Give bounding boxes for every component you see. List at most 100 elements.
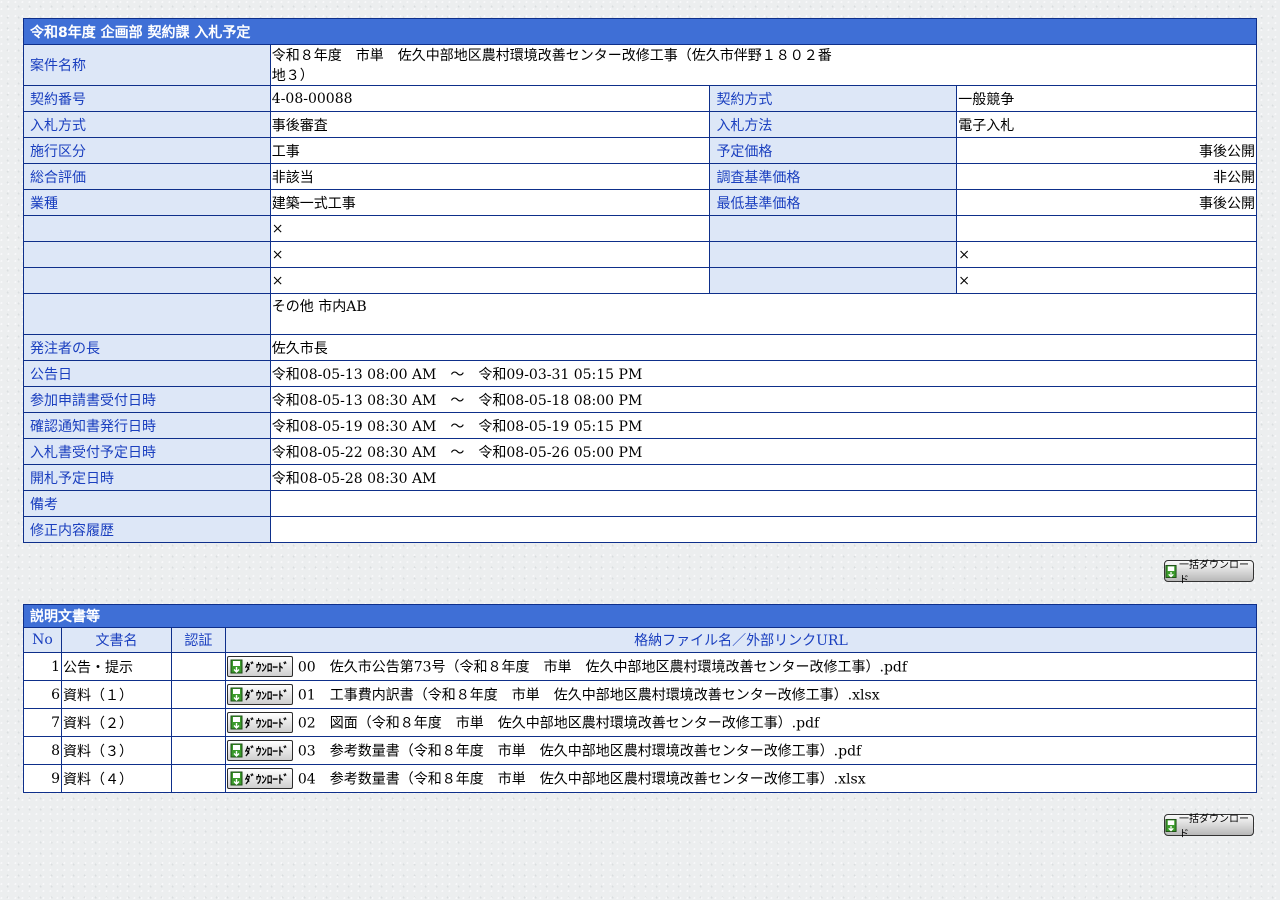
info-value: × xyxy=(269,215,711,242)
download-label: ﾀﾞｳﾝﾛｰﾄﾞ xyxy=(244,688,289,702)
doc-auth xyxy=(170,708,226,737)
info-value: 佐久市長 xyxy=(269,334,1258,361)
project-name-line1: 令和８年度 市単 佐久中部地区農村環境改善センター改修工事（佐久市伴野１８０２番 xyxy=(271,48,832,64)
file-name: 01 工事費内訳書（令和８年度 市単 佐久中部地区農村環境改善センター改修工事）… xyxy=(297,687,880,704)
info-label xyxy=(709,241,958,268)
table-row: 9 資料（４） ﾀﾞｳﾝﾛｰﾄﾞ 04 参考数量書（令和８年度 市単 佐久中部地… xyxy=(23,764,1258,793)
download-label: ﾀﾞｳﾝﾛｰﾄﾞ xyxy=(244,660,289,674)
doc-file-cell: ﾀﾞｳﾝﾛｰﾄﾞ 01 工事費内訳書（令和８年度 市単 佐久中部地区農村環境改善… xyxy=(224,680,1258,709)
download-button[interactable]: ﾀﾞｳﾝﾛｰﾄﾞ xyxy=(226,712,293,733)
bid-info-header: 令和8年度 企画部 契約課 入札予定 xyxy=(23,18,1257,45)
download-button[interactable]: ﾀﾞｳﾝﾛｰﾄﾞ xyxy=(226,768,293,789)
doc-name: 資料（２） xyxy=(60,708,172,737)
download-button[interactable]: ﾀﾞｳﾝﾛｰﾄﾞ xyxy=(226,740,293,761)
doc-no: 8 xyxy=(23,736,62,765)
info-value: × xyxy=(269,241,711,268)
doc-auth xyxy=(170,736,226,765)
doc-name: 公告・提示 xyxy=(60,652,172,681)
file-name: 00 佐久市公告第73号（令和８年度 市単 佐久中部地区農村環境改善センター改修… xyxy=(297,659,908,676)
column-header-auth: 認証 xyxy=(170,627,226,653)
info-value: 令和08-05-13 08:30 AM ～ 令和08-05-18 08:00 P… xyxy=(269,386,1258,413)
table-row: 7 資料（２） ﾀﾞｳﾝﾛｰﾄﾞ 02 図面（令和８年度 市単 佐久中部地区農村… xyxy=(23,708,1258,737)
table-row: 1 公告・提示 ﾀﾞｳﾝﾛｰﾄﾞ 00 佐久市公告第73号（令和８年度 市単 佐… xyxy=(23,652,1258,681)
project-name-label: 案件名称 xyxy=(23,44,271,86)
download-label: ﾀﾞｳﾝﾛｰﾄﾞ xyxy=(244,716,289,730)
doc-no: 6 xyxy=(23,680,62,709)
info-value: 電子入札 xyxy=(956,111,1257,138)
doc-file-cell: ﾀﾞｳﾝﾛｰﾄﾞ 04 参考数量書（令和８年度 市単 佐久中部地区農村環境改善セ… xyxy=(224,764,1258,793)
info-value: 非公開 xyxy=(956,163,1257,190)
documents-table: 説明文書等 No 文書名 認証 格納ファイル名／外部リンクURL 1 公告・提示… xyxy=(23,604,1258,793)
info-row: 契約番号 4-08-00088 契約方式 一般競争 xyxy=(23,85,1257,112)
info-value: × xyxy=(269,267,711,294)
info-label: 公告日 xyxy=(23,360,271,387)
info-row: 施行区分 工事 予定価格 事後公開 xyxy=(23,137,1257,164)
info-value xyxy=(956,215,1257,242)
download-icon xyxy=(230,771,243,786)
info-full-row: 入札書受付予定日時 令和08-05-22 08:30 AM ～ 令和08-05-… xyxy=(23,438,1258,465)
column-header-file: 格納ファイル名／外部リンクURL xyxy=(224,627,1258,653)
doc-no: 9 xyxy=(23,764,62,793)
bid-info-section: 令和8年度 企画部 契約課 入札予定 案件名称 令和８年度 市単 佐久中部地区農… xyxy=(23,18,1258,543)
download-icon xyxy=(230,687,243,702)
info-label: 業種 xyxy=(23,189,271,216)
doc-file-cell: ﾀﾞｳﾝﾛｰﾄﾞ 00 佐久市公告第73号（令和８年度 市単 佐久中部地区農村環… xyxy=(224,652,1258,681)
info-row: 業種 建築一式工事 最低基準価格 事後公開 xyxy=(23,189,1257,216)
bulk-download-button[interactable]: 一括ダウンロード xyxy=(1164,560,1254,586)
file-name: 02 図面（令和８年度 市単 佐久中部地区農村環境改善センター改修工事）.pdf xyxy=(297,715,820,732)
documents-header: 説明文書等 xyxy=(23,604,1257,628)
info-row: 総合評価 非該当 調査基準価格 非公開 xyxy=(23,163,1257,190)
download-label: ﾀﾞｳﾝﾛｰﾄﾞ xyxy=(244,744,289,758)
info-value: 令和08-05-19 08:30 AM ～ 令和08-05-19 05:15 P… xyxy=(269,412,1258,439)
doc-name: 資料（４） xyxy=(60,764,172,793)
region-label xyxy=(23,293,271,335)
bulk-download-label: 一括ダウンロード xyxy=(1179,814,1250,840)
info-full-row: 発注者の長 佐久市長 xyxy=(23,334,1258,361)
download-icon xyxy=(230,743,243,758)
column-header-no: No xyxy=(23,627,62,653)
info-full-row: 確認通知書発行日時 令和08-05-19 08:30 AM ～ 令和08-05-… xyxy=(23,412,1258,439)
info-value: 工事 xyxy=(269,137,711,164)
info-value xyxy=(269,490,1258,517)
file-name: 04 参考数量書（令和８年度 市単 佐久中部地区農村環境改善センター改修工事）.… xyxy=(297,771,866,788)
info-label: 開札予定日時 xyxy=(23,464,271,491)
info-value: 建築一式工事 xyxy=(269,189,711,216)
doc-file-cell: ﾀﾞｳﾝﾛｰﾄﾞ 03 参考数量書（令和８年度 市単 佐久中部地区農村環境改善セ… xyxy=(224,736,1258,765)
info-label: 発注者の長 xyxy=(23,334,271,361)
bulk-download-button[interactable]: 一括ダウンロード xyxy=(1164,814,1254,840)
download-icon xyxy=(230,715,243,730)
info-full-row: 開札予定日時 令和08-05-28 08:30 AM xyxy=(23,464,1258,491)
doc-auth xyxy=(170,652,226,681)
download-label: ﾀﾞｳﾝﾛｰﾄﾞ xyxy=(244,772,289,786)
info-label: 参加申請書受付日時 xyxy=(23,386,271,413)
info-value: 令和08-05-28 08:30 AM xyxy=(269,464,1258,491)
download-button[interactable]: ﾀﾞｳﾝﾛｰﾄﾞ xyxy=(226,656,293,677)
info-value: 令和08-05-13 08:00 AM ～ 令和09-03-31 05:15 P… xyxy=(269,360,1258,387)
table-row: 6 資料（１） ﾀﾞｳﾝﾛｰﾄﾞ 01 工事費内訳書（令和８年度 市単 佐久中部… xyxy=(23,680,1258,709)
info-row: × xyxy=(23,215,1257,242)
doc-no: 7 xyxy=(23,708,62,737)
info-value: 事後審査 xyxy=(269,111,711,138)
download-button[interactable]: ﾀﾞｳﾝﾛｰﾄﾞ xyxy=(226,684,293,705)
bulk-download-area-top: 一括ダウンロード xyxy=(23,560,1257,586)
info-label xyxy=(23,267,271,294)
info-full-row: 公告日 令和08-05-13 08:00 AM ～ 令和09-03-31 05:… xyxy=(23,360,1258,387)
info-value: 事後公開 xyxy=(956,137,1257,164)
info-value xyxy=(269,516,1258,543)
bulk-download-label: 一括ダウンロード xyxy=(1179,560,1250,586)
file-name: 03 参考数量書（令和８年度 市単 佐久中部地区農村環境改善センター改修工事）.… xyxy=(297,743,862,760)
info-label: 契約番号 xyxy=(23,85,271,112)
info-label: 入札書受付予定日時 xyxy=(23,438,271,465)
doc-file-cell: ﾀﾞｳﾝﾛｰﾄﾞ 02 図面（令和８年度 市単 佐久中部地区農村環境改善センター… xyxy=(224,708,1258,737)
documents-section: 説明文書等 No 文書名 認証 格納ファイル名／外部リンクURL 1 公告・提示… xyxy=(23,604,1258,793)
info-value: 令和08-05-22 08:30 AM ～ 令和08-05-26 05:00 P… xyxy=(269,438,1258,465)
info-full-row: 修正内容履歴 xyxy=(23,516,1258,543)
info-label: 備考 xyxy=(23,490,271,517)
info-row: × × xyxy=(23,241,1257,268)
info-value: 一般競争 xyxy=(956,85,1257,112)
info-label: 入札方式 xyxy=(23,111,271,138)
table-row: 8 資料（３） ﾀﾞｳﾝﾛｰﾄﾞ 03 参考数量書（令和８年度 市単 佐久中部地… xyxy=(23,736,1258,765)
info-value: × xyxy=(956,267,1257,294)
download-icon xyxy=(1165,818,1177,832)
info-label: 修正内容履歴 xyxy=(23,516,271,543)
